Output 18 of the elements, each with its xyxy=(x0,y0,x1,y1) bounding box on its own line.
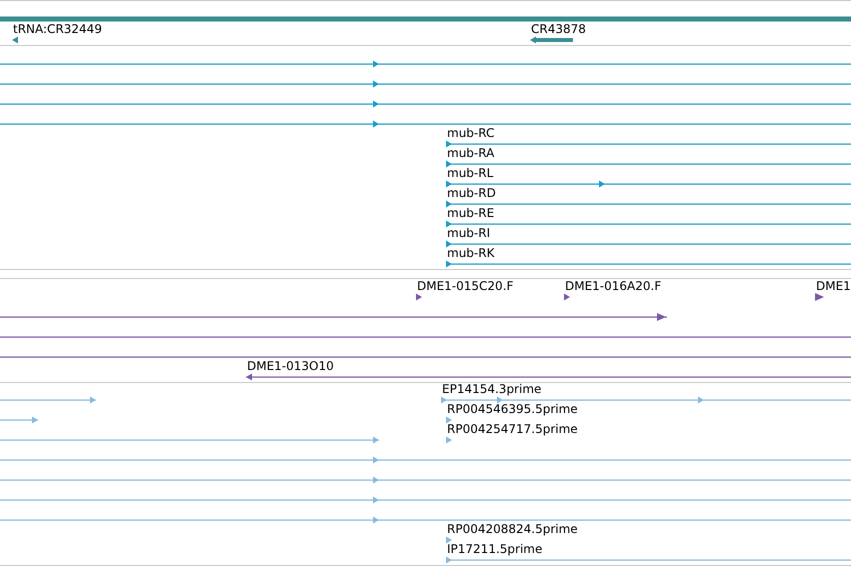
feature-label: mub-RE xyxy=(447,206,494,220)
feature-label: tRNA:CR32449 xyxy=(13,22,102,36)
feature-label: CR43878 xyxy=(531,22,586,36)
feature-label: DME1 xyxy=(816,279,851,293)
feature-label: mub-RL xyxy=(447,166,494,180)
feature-label: IP17211.5prime xyxy=(447,542,542,556)
feature-label: DME1-013O10 xyxy=(247,359,334,373)
feature-label: mub-RI xyxy=(447,226,490,240)
feature-label: RP004546395.5prime xyxy=(447,402,578,416)
feature-label: RP004254717.5prime xyxy=(447,422,578,436)
feature-label: RP004208824.5prime xyxy=(447,522,578,536)
feature-label: mub-RD xyxy=(447,186,496,200)
feature-label: mub-RK xyxy=(447,246,494,260)
feature-label: mub-RA xyxy=(447,146,494,160)
feature-label: EP14154.3prime xyxy=(442,382,542,396)
feature-label: DME1-015C20.F xyxy=(417,279,514,293)
feature-label: mub-RC xyxy=(447,126,494,140)
feature-label: DME1-016A20.F xyxy=(565,279,662,293)
